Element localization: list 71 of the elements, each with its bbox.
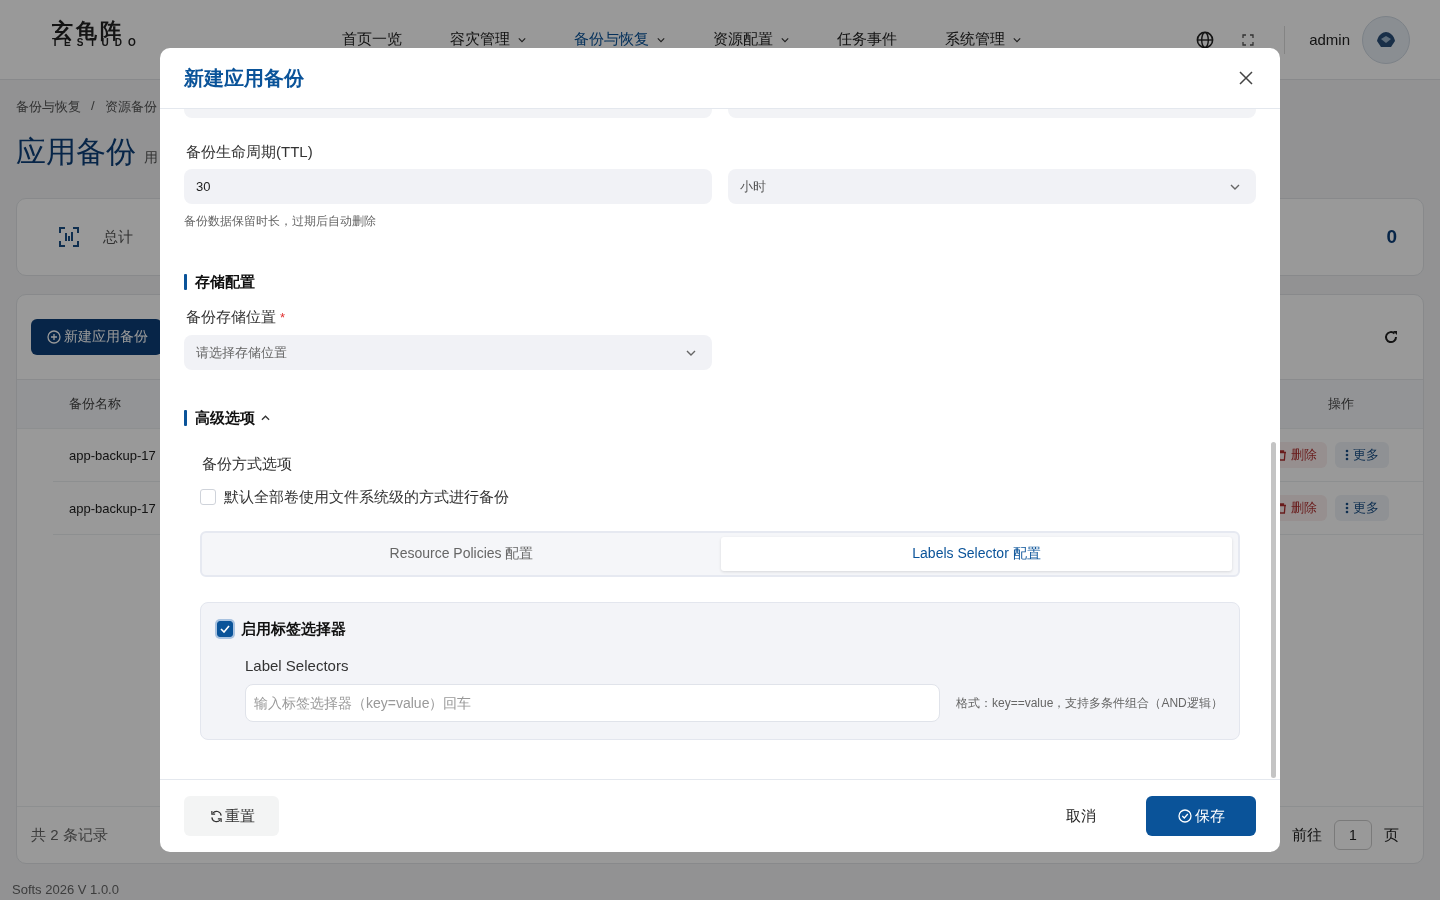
stat-label: 总计 (103, 227, 133, 247)
record-count: 共 2 条记录 (31, 825, 108, 845)
input-field[interactable] (728, 109, 1256, 118)
section-heading: 高级选项 (195, 408, 255, 428)
ttl-input[interactable]: 30 (184, 169, 712, 204)
breadcrumb-link[interactable]: 备份与恢复 (16, 98, 81, 118)
chart-icon (59, 227, 79, 247)
section-marker (184, 274, 187, 290)
table-cell-text: app-backup-17 (68, 500, 156, 516)
nav-menu-item[interactable]: 系统管理 (945, 30, 1021, 49)
breadcrumb-separator: / (91, 98, 95, 115)
nav-menu-item[interactable]: 任务事件 (837, 30, 897, 49)
stat-value: 0 (1386, 226, 1397, 248)
globe-icon[interactable] (1196, 30, 1215, 49)
storage-select[interactable]: 请选择存储位置 (184, 335, 712, 370)
page-number-field[interactable]: 1 (1334, 820, 1372, 850)
new-backup-button[interactable]: 新建应用备份 (31, 319, 162, 355)
tab[interactable]: Labels Selector 配置 (721, 537, 1232, 571)
plus-circle-icon (47, 330, 61, 344)
dots-icon (1345, 502, 1349, 514)
dialog-title: 新建应用备份 (184, 65, 304, 91)
close-icon[interactable] (1239, 71, 1253, 85)
goto-label: 前往 (1292, 825, 1322, 845)
trash-icon (1277, 502, 1287, 514)
scrollbar-thumb[interactable] (1271, 442, 1276, 778)
user-avatar[interactable] (1362, 15, 1410, 64)
nav-menu-item[interactable]: 容灾管理 (450, 30, 526, 49)
section-marker (184, 410, 187, 426)
refresh-icon[interactable] (1383, 329, 1399, 345)
user-name[interactable]: admin (1309, 31, 1350, 48)
page-suffix: 页 (1384, 825, 1399, 845)
fullscreen-icon[interactable] (1242, 33, 1255, 46)
cancel-button[interactable]: 取消 (1052, 806, 1110, 826)
page-title: 应用备份 (16, 134, 136, 170)
check-circle-icon (1177, 809, 1192, 823)
field-label: 备份生命周期(TTL) (186, 142, 314, 162)
field-hint: 格式：key==value，支持多条件组合（AND逻辑） (956, 694, 1223, 712)
save-button[interactable]: 保存 (1146, 796, 1256, 836)
footer-version: Softs 2026 V 1.0.0 (12, 882, 120, 897)
input-field[interactable] (184, 109, 712, 118)
field-hint: 备份数据保留时长，过期后自动删除 (184, 213, 377, 230)
table-cell-text: app-backup-17 (68, 447, 156, 463)
checkbox-label: 默认全部卷使用文件系统级的方式进行备份 (224, 487, 509, 507)
reset-button[interactable]: 重置 (184, 796, 279, 836)
nav-menu-item[interactable]: 备份与恢复 (574, 30, 665, 49)
trash-icon (1277, 449, 1287, 461)
chevron-icon (1230, 183, 1240, 190)
checkbox-label: 启用标签选择器 (241, 619, 346, 639)
page-subtitle: 用 (144, 149, 158, 167)
label-selector-input[interactable]: 输入标签选择器（key=value）回车 (245, 684, 940, 722)
required-mark: * (280, 310, 286, 325)
nav-menu-item[interactable]: 首页一览 (342, 30, 402, 49)
dots-icon (1345, 449, 1349, 461)
check-icon (220, 625, 230, 633)
field-label: Label Selectors (245, 656, 350, 676)
chevron-icon (686, 349, 696, 356)
more-button[interactable]: 更多 (1335, 495, 1389, 521)
tab[interactable]: Resource Policies 配置 (206, 537, 717, 571)
field-label: 备份方式选项 (202, 454, 293, 474)
more-button[interactable]: 更多 (1335, 442, 1389, 468)
section-heading: 存储配置 (195, 272, 255, 292)
breadcrumb-link[interactable]: 资源备份 (104, 98, 157, 118)
collapse-caret-icon[interactable] (261, 415, 270, 421)
turtle-icon (1375, 30, 1397, 49)
column-header: 备份名称 (68, 395, 121, 413)
refresh-icon (210, 809, 223, 823)
checkbox[interactable] (217, 621, 233, 637)
column-header: 操作 (1327, 395, 1355, 413)
unit-select[interactable]: 小时 (728, 169, 1256, 204)
nav-menu-item[interactable]: 资源配置 (713, 30, 789, 49)
field-label: 备份存储位置 (186, 308, 276, 325)
